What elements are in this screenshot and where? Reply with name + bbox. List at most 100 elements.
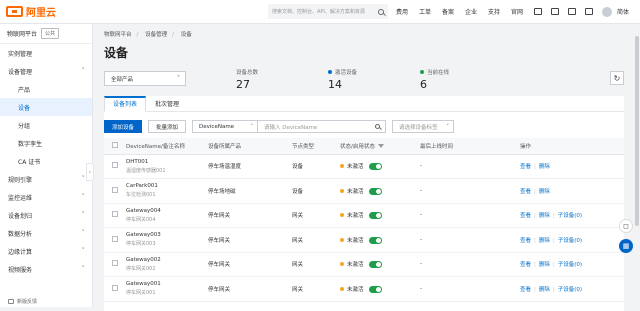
instance-badge[interactable]: 公共 (41, 28, 60, 39)
filter-icon[interactable] (377, 143, 384, 148)
sidebar-item-group[interactable]: 分组 (0, 116, 92, 134)
apps-float-button[interactable]: ▦ (619, 239, 633, 253)
stat-online: 当前在线 6 (420, 68, 512, 91)
enable-toggle[interactable] (368, 236, 382, 244)
delete-link[interactable]: 删除 (539, 287, 550, 293)
sidebar-item-monitoring[interactable]: 监控运维 ˅ (0, 188, 92, 206)
chevron-down-icon: ˅ (81, 175, 86, 183)
enable-toggle[interactable] (368, 212, 382, 220)
refresh-button[interactable]: ↻ (610, 71, 624, 85)
tab-batch-management[interactable]: 批次管理 (146, 96, 188, 112)
enable-toggle[interactable] (368, 261, 382, 269)
column-header-status[interactable]: 状态/启用状态 (340, 138, 420, 155)
search-field-select[interactable]: DeviceName ˅ (192, 120, 259, 133)
device-stats: 设备总数 27 激活设备 14 当前在线 6 (236, 68, 512, 91)
sidebar-item-label: 设备管理 (8, 68, 33, 76)
search-icon[interactable] (377, 8, 384, 15)
sidebar-item-data-analysis[interactable]: 数据分析 ˅ (0, 224, 92, 242)
sidebar-collapse-button[interactable]: ‹ (86, 163, 94, 181)
sidebar-item-rules[interactable]: 规则引擎 ˅ (0, 170, 92, 188)
sidebar-item-label: 实例管理 (8, 50, 33, 58)
chevron-down-icon: ˅ (81, 265, 86, 273)
sidebar-item-device-assign[interactable]: 设备划归 ˅ (0, 206, 92, 224)
sidebar-item-digital-twin[interactable]: 数字孪生 (0, 134, 92, 152)
message-icon[interactable] (551, 8, 560, 15)
product-select[interactable]: 全部产品 ˅ (104, 71, 186, 86)
sidebar-item-device-management[interactable]: 设备管理 ˄ (0, 62, 92, 80)
device-name[interactable]: Gateway001 (126, 281, 208, 287)
enable-toggle[interactable] (368, 163, 382, 171)
aliyun-logo[interactable]: 阿里云 (6, 4, 68, 19)
breadcrumb-item[interactable]: 物联网平台 (104, 32, 132, 38)
device-product: 停车网关 (208, 227, 292, 253)
delete-link[interactable]: 删除 (539, 213, 550, 219)
row-checkbox[interactable] (112, 284, 118, 291)
view-link[interactable]: 查看 (520, 238, 531, 244)
sidebar-item-video[interactable]: 视频服务 ˅ (0, 260, 92, 278)
top-nav-fees[interactable]: 费用 (396, 7, 408, 16)
enable-toggle[interactable] (368, 187, 382, 195)
sub-devices-link[interactable]: 子设备(0) (558, 238, 582, 244)
device-node-type: 网关 (292, 276, 340, 302)
sidebar-item-label: CA 证书 (18, 158, 41, 166)
help-float-button[interactable]: ◻ (619, 219, 633, 233)
tab-device-list[interactable]: 设备列表 (104, 96, 147, 112)
device-name[interactable]: Gateway004 (126, 208, 208, 214)
device-search-input[interactable]: 请输入 DeviceName (258, 120, 387, 133)
sub-devices-link[interactable]: 子设备(0) (558, 213, 582, 219)
row-checkbox[interactable] (112, 260, 118, 267)
language-switch[interactable]: 简体 (617, 7, 629, 16)
row-checkbox[interactable] (112, 211, 118, 218)
breadcrumb-item[interactable]: 设备管理 (145, 32, 167, 38)
add-device-button[interactable]: 添加设备 (104, 120, 143, 133)
feedback-link[interactable]: 新版反馈 (8, 298, 37, 305)
top-nav-ticket[interactable]: 工单 (419, 7, 431, 16)
enable-toggle[interactable] (368, 285, 382, 293)
device-name[interactable]: DHT001 (126, 159, 208, 165)
action-divider: | (534, 188, 536, 195)
top-nav-enterprise[interactable]: 企业 (465, 7, 477, 16)
sub-devices-link[interactable]: 子设备(0) (558, 287, 582, 293)
delete-link[interactable]: 删除 (539, 189, 550, 195)
row-actions: 查看 | 删除 | 子设备(0) (520, 227, 624, 253)
sub-devices-link[interactable]: 子设备(0) (558, 262, 582, 268)
sidebar-item-instance[interactable]: 实例管理 (0, 44, 92, 62)
device-tag-select[interactable]: 请选择设备标签 ˅ (392, 120, 455, 133)
status-dot (340, 188, 344, 193)
row-checkbox[interactable] (112, 162, 118, 169)
sidebar-item-product[interactable]: 产品 (0, 80, 92, 98)
delete-link[interactable]: 删除 (539, 164, 550, 170)
row-checkbox[interactable] (112, 186, 118, 193)
cloud-shell-icon[interactable] (534, 8, 543, 15)
view-link[interactable]: 查看 (520, 164, 531, 170)
view-link[interactable]: 查看 (520, 213, 531, 219)
batch-add-button[interactable]: 批量添加 (148, 120, 187, 133)
top-nav-official[interactable]: 官网 (511, 7, 523, 16)
global-search-input[interactable]: 搜索文档、控制台、API、解决方案和资源 (267, 4, 388, 19)
top-nav-icp[interactable]: 备案 (442, 7, 454, 16)
top-nav-support[interactable]: 支持 (488, 7, 500, 16)
view-link[interactable]: 查看 (520, 262, 531, 268)
row-checkbox[interactable] (112, 235, 118, 242)
delete-link[interactable]: 删除 (539, 262, 550, 268)
page-scrollbar-thumb[interactable] (635, 36, 639, 226)
device-name[interactable]: Gateway003 (126, 232, 208, 238)
sidebar-item-ca-cert[interactable]: CA 证书 (0, 152, 92, 170)
stat-value: 27 (236, 78, 250, 91)
view-link[interactable]: 查看 (520, 189, 531, 195)
delete-link[interactable]: 删除 (539, 238, 550, 244)
help-icon[interactable] (585, 8, 594, 15)
cart-icon[interactable] (568, 8, 577, 15)
device-node-type: 网关 (292, 252, 340, 277)
sidebar-item-label: 设备 (18, 104, 31, 112)
sidebar-item-device[interactable]: 设备 (0, 98, 92, 116)
device-name[interactable]: Gateway002 (126, 257, 208, 263)
avatar[interactable] (602, 6, 613, 17)
feedback-label: 新版反馈 (17, 299, 38, 305)
sidebar-item-edge[interactable]: 边缘计算 ˅ (0, 242, 92, 260)
breadcrumb-separator: / (136, 32, 139, 38)
select-all-checkbox[interactable] (112, 141, 118, 148)
device-name[interactable]: CarPark001 (126, 183, 208, 189)
search-icon[interactable] (375, 124, 381, 129)
view-link[interactable]: 查看 (520, 287, 531, 293)
